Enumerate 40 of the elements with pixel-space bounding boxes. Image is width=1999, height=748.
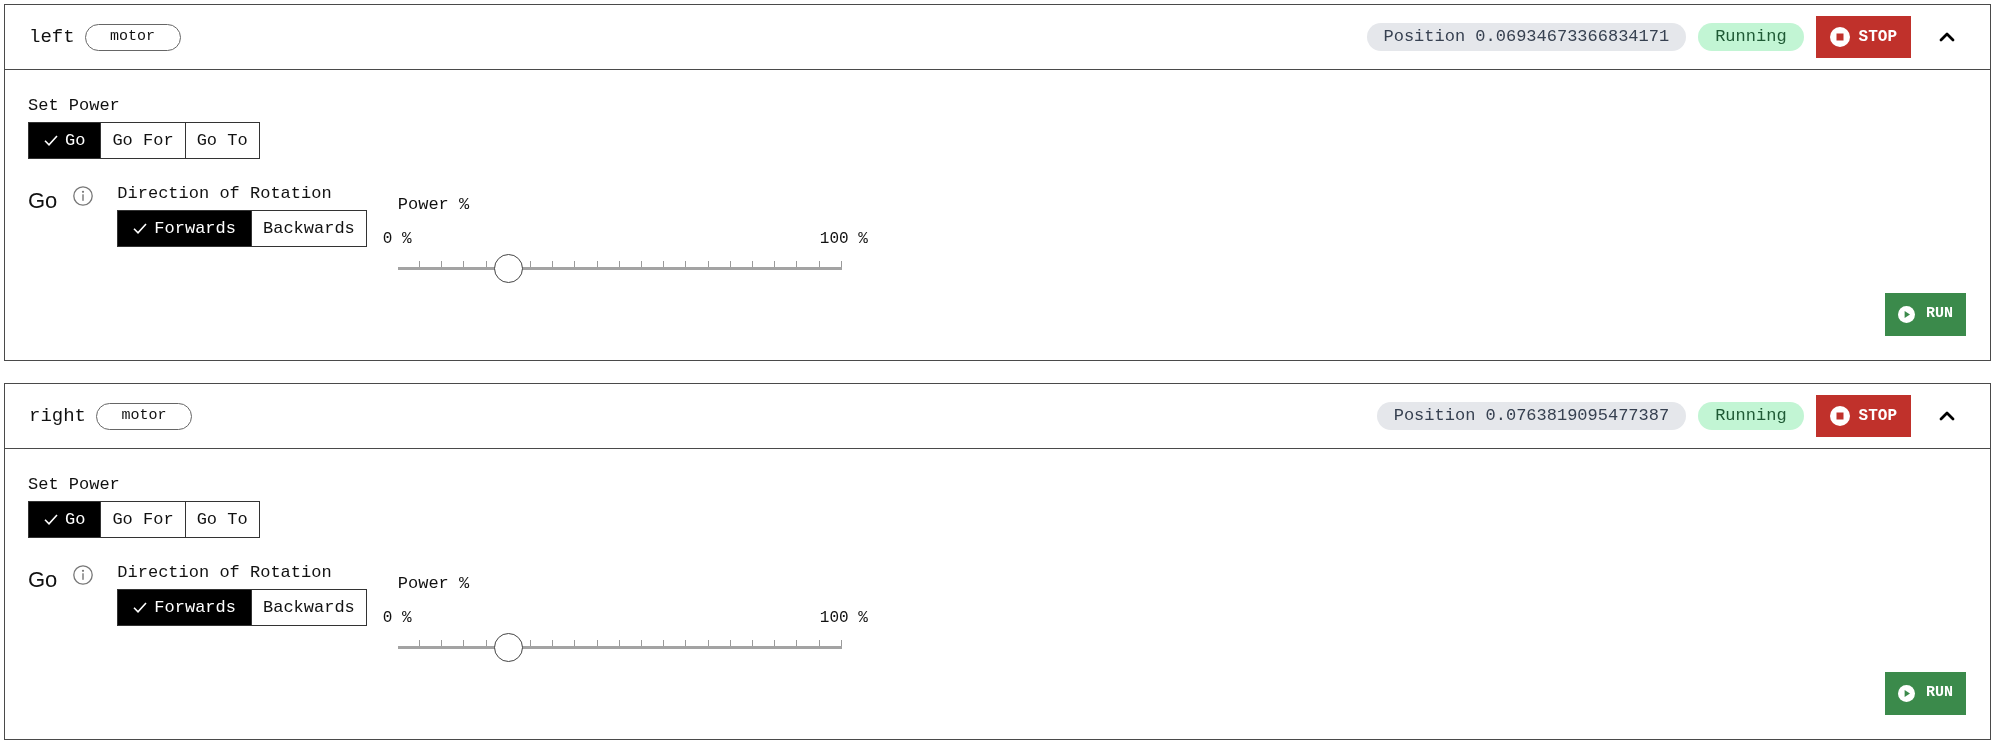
stop-button[interactable]: STOP <box>1815 395 1911 437</box>
max-label: 100 % <box>819 229 868 249</box>
check-icon <box>133 602 148 613</box>
direction-label: Direction of Rotation <box>117 563 332 583</box>
run-button[interactable]: RUN <box>1885 672 1966 715</box>
stop-button[interactable]: STOP <box>1815 16 1911 58</box>
play-icon <box>1898 306 1915 323</box>
play-icon <box>1898 685 1915 702</box>
mode-tab[interactable]: Go <box>29 123 101 158</box>
check-icon <box>44 135 58 146</box>
info-icon[interactable] <box>73 186 94 206</box>
run-button[interactable]: RUN <box>1885 293 1966 336</box>
position-pill: Position 0.0763819095477387 <box>1376 402 1687 430</box>
mode-title: Go <box>28 567 58 593</box>
stop-icon <box>1829 27 1850 47</box>
info-icon[interactable] <box>73 565 94 585</box>
max-label: 100 % <box>819 608 868 628</box>
set-power-label: Set Power <box>28 96 120 116</box>
power-label: Power % <box>397 574 470 594</box>
min-label: 0 % <box>382 229 412 249</box>
power-label: Power % <box>397 195 470 215</box>
mode-tab[interactable]: Go <box>29 502 101 537</box>
status-pill: Running <box>1698 402 1804 430</box>
direction-label: Direction of Rotation <box>117 184 332 204</box>
stop-icon <box>1829 406 1850 426</box>
motor-name: right <box>29 404 86 428</box>
check-icon <box>44 514 58 525</box>
check-icon <box>133 223 148 234</box>
set-power-label: Set Power <box>28 475 120 495</box>
position-pill: Position 0.06934673366834171 <box>1366 23 1687 51</box>
motor-name: left <box>29 25 75 49</box>
slider-thumb[interactable] <box>494 633 524 662</box>
direction-option[interactable]: Forwards <box>118 590 251 625</box>
slider-track[interactable] <box>397 254 842 283</box>
slider-track[interactable] <box>397 633 842 662</box>
status-pill: Running <box>1698 23 1804 51</box>
min-label: 0 % <box>382 608 412 628</box>
mode-title: Go <box>28 188 58 214</box>
slider-thumb[interactable] <box>494 254 524 283</box>
direction-option[interactable]: Forwards <box>118 211 251 246</box>
